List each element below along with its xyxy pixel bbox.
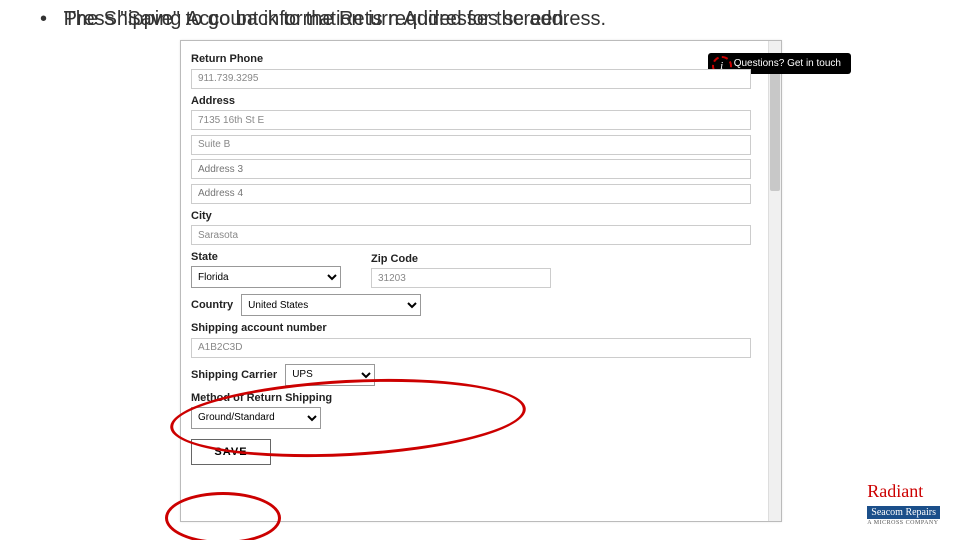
- label-method: Method of Return Shipping: [191, 392, 771, 404]
- label-state: State: [191, 251, 341, 263]
- label-return-phone: Return Phone: [191, 53, 771, 65]
- company-logo: Radiant Seacom Repairs A MICROSS COMPANY: [867, 481, 940, 526]
- slide-bullet: • Press "Save" to go back to the Return …: [40, 8, 920, 31]
- city-field[interactable]: [191, 225, 751, 245]
- label-ship-acct: Shipping account number: [191, 322, 771, 334]
- label-country: Country: [191, 299, 233, 311]
- zip-field[interactable]: [371, 268, 551, 288]
- address-line4-field[interactable]: [191, 184, 751, 204]
- return-address-form: i Questions? Get in touch Return Phone A…: [180, 40, 782, 522]
- return-phone-field[interactable]: [191, 69, 751, 89]
- bullet-text-overlay: The Shipping Account information is requ…: [64, 8, 607, 31]
- country-select[interactable]: United States: [241, 294, 421, 316]
- state-select[interactable]: Florida: [191, 266, 341, 288]
- carrier-select[interactable]: UPS: [285, 364, 375, 386]
- label-address: Address: [191, 95, 771, 107]
- save-button[interactable]: SAVE: [191, 439, 271, 465]
- label-zip: Zip Code: [371, 253, 551, 265]
- method-select[interactable]: Ground/Standard: [191, 407, 321, 429]
- label-city: City: [191, 210, 771, 222]
- shipping-account-field[interactable]: [191, 338, 751, 358]
- address-line3-field[interactable]: [191, 159, 751, 179]
- label-carrier: Shipping Carrier: [191, 369, 277, 381]
- address-line1-field[interactable]: [191, 110, 751, 130]
- address-line2-field[interactable]: [191, 135, 751, 155]
